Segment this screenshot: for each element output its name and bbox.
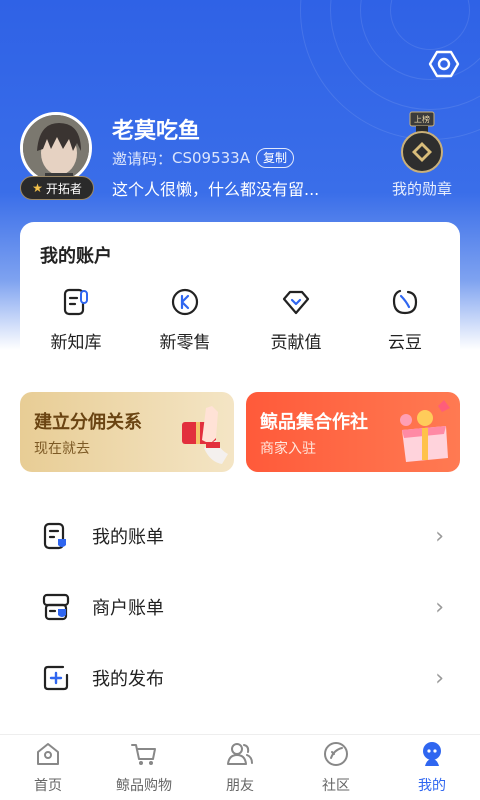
- chevron-right-icon: ›: [435, 594, 444, 620]
- account-item-label: 贡献值: [270, 333, 322, 353]
- account-card: 我的账户 新知库 新零售 贡献值 云豆: [20, 222, 460, 370]
- tab-home[interactable]: 首页: [0, 739, 96, 799]
- invite-code: CS09533A: [172, 149, 250, 167]
- copy-button[interactable]: 复制: [256, 148, 295, 168]
- chevron-right-icon: ›: [435, 665, 444, 691]
- menu-merchant-bill[interactable]: 商户账单 ›: [20, 575, 460, 639]
- tab-community[interactable]: 社区: [288, 739, 384, 799]
- account-title: 我的账户: [40, 246, 112, 267]
- community-icon: [321, 739, 351, 769]
- avatar[interactable]: ★ 开拓者: [20, 112, 94, 200]
- cloud-bean-icon: [389, 286, 421, 318]
- banner-subtitle: 商家入驻: [260, 441, 316, 457]
- home-icon: [33, 739, 63, 769]
- banner-title: 鲸品集合作社: [260, 412, 368, 433]
- tab-label: 社区: [322, 778, 350, 794]
- tab-label: 我的: [418, 778, 446, 794]
- account-item-knowledge[interactable]: 新知库: [31, 286, 121, 358]
- tab-shopping[interactable]: 鲸品购物: [96, 739, 192, 799]
- bill-icon: [40, 520, 72, 552]
- tab-friends[interactable]: 朋友: [192, 739, 288, 799]
- account-item-contribution[interactable]: 贡献值: [251, 286, 341, 358]
- cart-icon: [129, 739, 159, 769]
- star-icon: ★: [32, 181, 43, 195]
- invite-label: 邀请码：: [112, 149, 173, 168]
- contribution-icon: [280, 286, 312, 318]
- tab-me[interactable]: 我的: [384, 739, 480, 799]
- menu-my-publish[interactable]: 我的发布 ›: [20, 646, 460, 710]
- merchant-bill-icon: [40, 591, 72, 623]
- account-item-label: 新知库: [50, 333, 102, 353]
- account-item-cloud-bean[interactable]: 云豆: [360, 286, 450, 358]
- bottom-tab-bar: 首页 鲸品购物 朋友 社区 我的: [0, 734, 480, 800]
- medal-icon: 上榜: [401, 111, 443, 173]
- menu-label: 我的发布: [92, 669, 164, 690]
- bio: 这个人很懒，什么都没有留...: [112, 180, 320, 199]
- settings-button[interactable]: [426, 46, 462, 82]
- account-item-label: 云豆: [388, 333, 422, 353]
- chevron-right-icon: ›: [435, 523, 444, 549]
- pioneer-badge-label: 开拓者: [45, 181, 82, 196]
- account-item-label: 新零售: [159, 333, 211, 353]
- account-item-retail[interactable]: 新零售: [140, 286, 230, 358]
- username: 老莫吃鱼: [112, 119, 201, 144]
- banner-title: 建立分佣关系: [34, 412, 142, 433]
- menu-label: 商户账单: [92, 598, 164, 619]
- settings-hexagon-icon: [428, 50, 460, 78]
- medal-label[interactable]: 我的勋章: [384, 178, 460, 199]
- publish-icon: [40, 662, 72, 694]
- gift-hand-icon: [182, 406, 228, 464]
- retail-icon: [169, 286, 201, 318]
- pioneer-badge: ★ 开拓者: [20, 176, 94, 200]
- medal-tag: 上榜: [414, 114, 430, 124]
- avatar-image: [20, 112, 92, 184]
- knowledge-icon: [60, 286, 92, 318]
- invite-code-row: 邀请码： CS09533A 复制: [112, 147, 295, 169]
- tab-label: 朋友: [226, 778, 254, 794]
- me-icon: [417, 739, 447, 769]
- banner-subtitle: 现在就去: [34, 441, 90, 457]
- tab-label: 鲸品购物: [116, 778, 172, 794]
- tab-label: 首页: [34, 778, 62, 794]
- commission-banner[interactable]: 建立分佣关系 现在就去: [20, 392, 234, 472]
- menu-label: 我的账单: [92, 527, 164, 548]
- friends-icon: [225, 739, 255, 769]
- menu-my-bill[interactable]: 我的账单 ›: [20, 504, 460, 568]
- gift-box-icon: [400, 400, 450, 462]
- cooperative-banner[interactable]: 鲸品集合作社 商家入驻: [246, 392, 460, 472]
